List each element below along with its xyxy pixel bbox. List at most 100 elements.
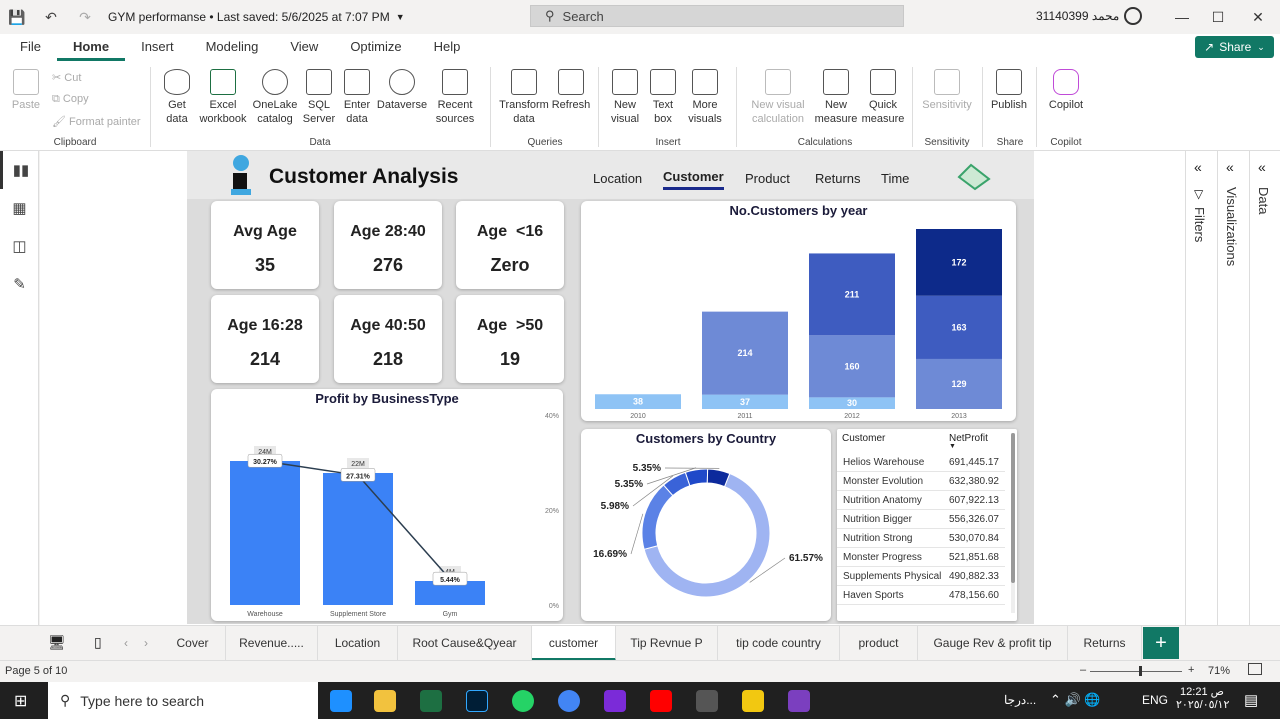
visualizations-pane[interactable]: « Visualizations bbox=[1217, 151, 1249, 655]
report-view-icon[interactable]: ▮▮ bbox=[0, 151, 39, 189]
table-row[interactable]: Haven Sports 478,156.60 bbox=[837, 586, 1005, 605]
tab-customer[interactable]: customer bbox=[532, 626, 616, 661]
youtube-icon[interactable] bbox=[650, 690, 672, 712]
redo-icon[interactable]: ↷ bbox=[68, 0, 102, 34]
table-row[interactable]: Helios Warehouse 691,445.17 bbox=[837, 453, 1005, 472]
new-measure-button[interactable]: New measure bbox=[814, 69, 858, 126]
cut-button[interactable]: ✂ Cut bbox=[52, 71, 81, 84]
store-icon[interactable] bbox=[330, 690, 352, 712]
clock[interactable]: 12:21 ص ٢٠٢٥/٠٥/١٢ bbox=[1176, 685, 1229, 711]
tab-location[interactable]: Location bbox=[318, 626, 398, 661]
menu-modeling[interactable]: Modeling bbox=[190, 34, 275, 61]
excel-app-icon[interactable] bbox=[420, 690, 442, 712]
taskbar-search-input[interactable]: ⚲ Type here to search bbox=[48, 682, 318, 719]
more-visuals-button[interactable]: More visuals bbox=[682, 69, 728, 126]
quick-measure-button[interactable]: Quick measure bbox=[860, 69, 906, 126]
search-input[interactable]: ⚲ Search bbox=[530, 5, 904, 27]
menu-file[interactable]: File bbox=[0, 34, 57, 61]
share-button[interactable]: ↗ Share ⌄ bbox=[1195, 36, 1274, 58]
undo-icon[interactable]: ↶ bbox=[34, 0, 68, 34]
scrollbar[interactable] bbox=[1011, 433, 1015, 613]
scroll-left-icon[interactable]: ‹ bbox=[124, 636, 128, 650]
scroll-right-icon[interactable]: › bbox=[144, 636, 148, 650]
chevron-down-icon[interactable]: ▼ bbox=[396, 12, 405, 22]
copilot-button[interactable]: Copilot bbox=[1044, 69, 1088, 112]
text-box-button[interactable]: Text box bbox=[646, 69, 680, 126]
transform-data-button[interactable]: Transform data bbox=[497, 69, 551, 126]
collapse-icon[interactable]: « bbox=[1194, 159, 1202, 175]
nav-customer[interactable]: Customer bbox=[663, 169, 724, 190]
menu-view[interactable]: View bbox=[274, 34, 334, 61]
sensitivity-button[interactable]: Sensitivity bbox=[920, 69, 974, 112]
model-view-icon[interactable]: ◫ bbox=[0, 227, 39, 265]
table-view-icon[interactable]: ▦ bbox=[0, 189, 39, 227]
enter-data-button[interactable]: Enter data bbox=[340, 69, 374, 126]
table-row[interactable]: Nutrition Bigger 556,326.07 bbox=[837, 510, 1005, 529]
tab-product[interactable]: product bbox=[840, 626, 918, 661]
language-indicator[interactable]: ENG bbox=[1142, 693, 1168, 707]
maximize-icon[interactable]: ☐ bbox=[1200, 0, 1236, 34]
table-row[interactable]: Monster Evolution 632,380.92 bbox=[837, 472, 1005, 491]
sql-server-button[interactable]: SQL Server bbox=[302, 69, 336, 126]
table-row[interactable]: Nutrition Anatomy 607,922.13 bbox=[837, 491, 1005, 510]
zoom-slider[interactable] bbox=[1090, 671, 1182, 672]
menu-help[interactable]: Help bbox=[418, 34, 477, 61]
table-row[interactable]: Nutrition Strong 530,070.84 bbox=[837, 529, 1005, 548]
chrome-icon[interactable] bbox=[558, 690, 580, 712]
nav-product[interactable]: Product bbox=[745, 171, 790, 186]
menu-home[interactable]: Home bbox=[56, 34, 126, 61]
menu-optimize[interactable]: Optimize bbox=[334, 34, 417, 61]
photoshop-icon[interactable] bbox=[466, 690, 488, 712]
nav-location[interactable]: Location bbox=[593, 171, 642, 186]
get-data-button[interactable]: Get data bbox=[160, 69, 194, 126]
file-explorer-icon[interactable] bbox=[374, 690, 396, 712]
tray-icons[interactable]: ⌃ 🔊 🌐 bbox=[1050, 692, 1101, 708]
customer-profit-table[interactable]: Customer NetProfit ▼ Helios Warehouse 691… bbox=[837, 429, 1017, 621]
new-visual-calculation-button[interactable]: New visual calculation bbox=[744, 69, 812, 126]
zoom-out-icon[interactable]: – bbox=[1080, 664, 1086, 676]
nav-returns[interactable]: Returns bbox=[815, 171, 861, 186]
table-row[interactable]: Supplements Physical 490,882.33 bbox=[837, 567, 1005, 586]
notifications-icon[interactable]: ▤ bbox=[1244, 691, 1258, 709]
save-icon[interactable]: 💾 bbox=[0, 0, 34, 34]
tab-cover[interactable]: Cover bbox=[160, 626, 226, 661]
filters-pane[interactable]: « ▽ Filters bbox=[1185, 151, 1217, 655]
desktop-layout-icon[interactable]: 🖥 bbox=[48, 634, 66, 651]
tab-root-cause[interactable]: Root Cause&Qyear bbox=[398, 626, 532, 661]
figma-icon[interactable] bbox=[696, 690, 718, 712]
tab-tip-code-country[interactable]: tip code country bbox=[718, 626, 840, 661]
tab-tip-revenue[interactable]: Tip Revnue P bbox=[616, 626, 718, 661]
zoom-slider-thumb[interactable] bbox=[1138, 666, 1142, 676]
paste-button[interactable]: Paste bbox=[10, 69, 42, 112]
dataverse-button[interactable]: Dataverse bbox=[376, 69, 428, 112]
recent-sources-button[interactable]: Recent sources bbox=[430, 69, 480, 126]
zoom-in-icon[interactable]: + bbox=[1188, 664, 1194, 676]
refresh-button[interactable]: Refresh bbox=[550, 69, 592, 112]
menu-insert[interactable]: Insert bbox=[125, 34, 190, 61]
customers-by-country-panel[interactable]: Customers by Country 61.57% 16.69% 5.98% 5.… bbox=[581, 429, 831, 621]
windows-start-icon[interactable]: ⊞ bbox=[14, 691, 27, 711]
copy-button[interactable]: ⧉ Copy bbox=[52, 93, 89, 106]
tab-revenue[interactable]: Revenue..... bbox=[226, 626, 318, 661]
visual-studio-icon[interactable] bbox=[788, 690, 810, 712]
format-painter-button[interactable]: 🖌 Format painter bbox=[52, 115, 141, 128]
tab-gauge[interactable]: Gauge Rev & profit tip bbox=[918, 626, 1068, 661]
fit-to-page-icon[interactable] bbox=[1248, 663, 1262, 675]
document-title[interactable]: GYM performanse • Last saved: 5/6/2025 a… bbox=[108, 10, 390, 24]
tab-returns[interactable]: Returns bbox=[1068, 626, 1142, 661]
whatsapp-icon[interactable] bbox=[512, 690, 534, 712]
minimize-icon[interactable]: — bbox=[1164, 0, 1200, 34]
collapse-icon[interactable]: « bbox=[1226, 159, 1234, 175]
close-icon[interactable]: ✕ bbox=[1240, 0, 1276, 34]
new-visual-button[interactable]: New visual bbox=[606, 69, 644, 126]
nav-time[interactable]: Time bbox=[881, 171, 909, 186]
collapse-icon[interactable]: « bbox=[1258, 159, 1266, 175]
table-row[interactable]: Monster Progress 521,851.68 bbox=[837, 548, 1005, 567]
mobile-layout-icon[interactable]: ▯ bbox=[94, 634, 102, 651]
profit-by-businesstype-panel[interactable]: Profit by BusinessType 24M Warehouse 22M Su… bbox=[211, 389, 563, 621]
dax-query-view-icon[interactable]: ✎ bbox=[0, 265, 39, 303]
powerbi-icon[interactable] bbox=[742, 690, 764, 712]
column-header-customer[interactable]: Customer bbox=[842, 433, 885, 444]
app-icon[interactable] bbox=[604, 690, 626, 712]
customers-by-year-panel[interactable]: No.Customers by year 38 2010 37 214 2011 30 16… bbox=[581, 201, 1016, 421]
